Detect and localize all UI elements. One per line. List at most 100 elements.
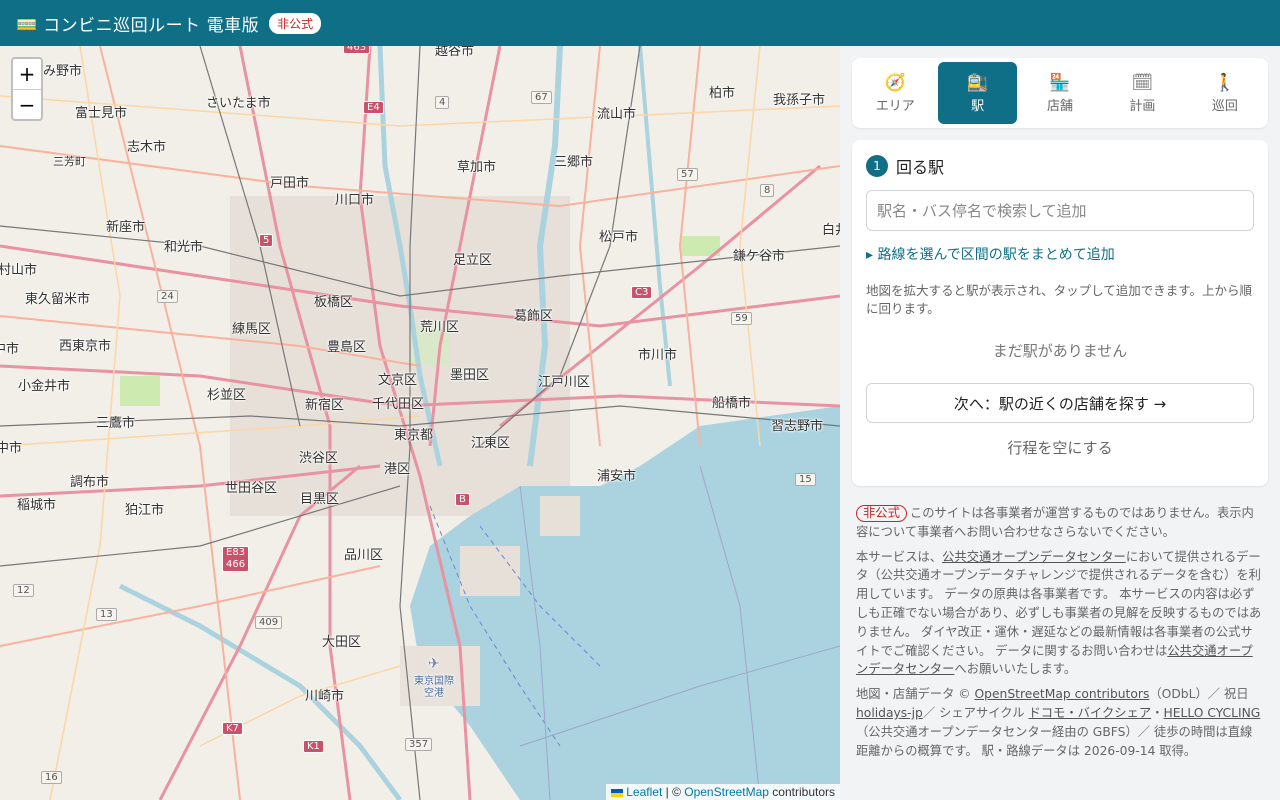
place-label: 草加市 xyxy=(457,160,497,175)
place-label: 船橋市 xyxy=(712,396,752,411)
place-label: 越谷市 xyxy=(435,46,475,59)
odpt-notice: 本サービスは、公共交通オープンデータセンターにおいて提供されるデータ（公共交通オ… xyxy=(856,548,1264,680)
place-label: 戸田市 xyxy=(270,176,310,191)
stations-hint: 地図を拡大すると駅が表示され、タップして追加できます。上から順に回ります。 xyxy=(866,283,1253,316)
zoom-out-button[interactable]: − xyxy=(13,89,41,119)
tab-tour[interactable]: 🚶 巡回 xyxy=(1186,62,1264,124)
step-number: 1 xyxy=(866,155,888,177)
tab-label: 店舗 xyxy=(1047,98,1074,114)
tab-label: 計画 xyxy=(1129,98,1156,114)
route-shield: 15 xyxy=(795,473,816,486)
place-label: 品川区 xyxy=(344,548,384,563)
attribution-separator: | © xyxy=(662,785,685,799)
place-label: 我孫子市 xyxy=(773,93,826,108)
place-label: 稲城市 xyxy=(17,498,57,513)
place-label: 西東京市 xyxy=(59,339,112,354)
place-label: 目黒区 xyxy=(300,492,340,507)
zoom-control: + − xyxy=(11,57,43,121)
route-shield: 463 xyxy=(343,46,371,54)
place-label: 足立区 xyxy=(453,253,493,268)
route-shield: E4 xyxy=(363,101,384,114)
leaflet-link[interactable]: Leaflet xyxy=(626,785,662,799)
place-label: 板橋区 xyxy=(314,295,354,310)
place-label: 千代田区 xyxy=(372,397,425,412)
place-label: 練馬区 xyxy=(232,322,272,337)
place-label: 川崎市 xyxy=(305,689,345,704)
clear-itinerary-button[interactable]: 行程を空にする xyxy=(866,433,1254,461)
disclaimer-text: このサイトは各事業者が運営するものではありません。表示内容について事業者へお問い… xyxy=(856,506,1254,539)
place-label: 和光市 xyxy=(164,240,204,255)
place-label: 文京区 xyxy=(378,373,418,388)
place-label: 港区 xyxy=(384,462,411,477)
hello-cycling-link[interactable]: HELLO CYCLING xyxy=(1163,706,1260,720)
route-shield: C3 xyxy=(631,286,653,299)
attribution-contributors: contributors xyxy=(768,785,835,799)
odpt-text: へお願いいたします。 xyxy=(954,662,1077,677)
route-shield: 5 xyxy=(259,234,274,247)
place-label: 三鷹市 xyxy=(96,416,136,431)
route-shield: 57 xyxy=(677,168,698,181)
map-attribution: Leaflet | © OpenStreetMap contributors xyxy=(606,784,840,800)
route-shield: E83 466 xyxy=(222,546,250,572)
place-label: 浦安市 xyxy=(597,469,637,484)
place-label: 新座市 xyxy=(106,220,146,235)
place-label: 松戸市 xyxy=(599,230,639,245)
airport-label: 東京国際空港 xyxy=(414,676,454,699)
place-label: 東京都 xyxy=(394,428,434,443)
route-shield: K7 xyxy=(222,722,243,735)
route-shield: 357 xyxy=(405,738,433,751)
unofficial-badge: 非公式 xyxy=(856,505,907,522)
notes: 非公式 このサイトは各事業者が運営するものではありません。表示内容について事業者へ… xyxy=(852,504,1268,760)
tab-station[interactable]: 🚉 駅 xyxy=(938,62,1017,124)
place-label: 荒川区 xyxy=(420,320,460,335)
credit-text: 地図・店舗データ © xyxy=(856,687,975,702)
app-header: 🚃 コンビニ巡回ルート 電車版 非公式 xyxy=(0,0,1280,46)
credit-text: ／ シェアサイクル xyxy=(922,705,1029,720)
place-label: 川口市 xyxy=(335,193,375,208)
route-shield: 67 xyxy=(531,91,552,104)
compass-icon: 🧭 xyxy=(884,72,906,93)
station-icon: 🚉 xyxy=(967,72,989,93)
docomo-bikeshare-link[interactable]: ドコモ・バイクシェア xyxy=(1028,706,1151,720)
airport-icon: ✈ xyxy=(428,656,440,672)
next-find-stores-button[interactable]: 次へ：駅の近くの店舗を探す → xyxy=(866,383,1254,423)
place-label: 志木市 xyxy=(127,140,167,155)
place-label: 白井 xyxy=(822,223,840,238)
osm-contributors-link[interactable]: OpenStreetMap contributors xyxy=(975,687,1150,701)
walking-icon: 🚶 xyxy=(1214,72,1236,93)
unofficial-badge: 非公式 xyxy=(269,12,322,34)
place-label: 鎌ケ谷市 xyxy=(733,249,786,264)
station-search-input[interactable] xyxy=(866,190,1254,231)
store-icon: 🏪 xyxy=(1049,72,1071,93)
route-shield: K1 xyxy=(303,740,324,753)
add-by-route-link[interactable]: ▸ 路線を選んで区間の駅をまとめて追加 xyxy=(866,244,1254,264)
place-label: 江戸川区 xyxy=(538,375,591,390)
place-label: 流山市 xyxy=(597,107,637,122)
step-tabs: 🧭 エリア 🚉 駅 🏪 店舗 🗓 計画 🚶 巡回 xyxy=(852,58,1268,128)
zoom-in-button[interactable]: + xyxy=(13,59,41,89)
tab-store[interactable]: 🏪 店舗 xyxy=(1021,62,1099,124)
stations-header: 1 回る駅 xyxy=(866,154,1254,178)
tab-area[interactable]: 🧭 エリア xyxy=(856,62,934,124)
route-shield: 409 xyxy=(255,616,283,629)
osm-link[interactable]: OpenStreetMap xyxy=(684,785,769,799)
stations-card: 1 回る駅 ▸ 路線を選んで区間の駅をまとめて追加 地図を拡大すると駅が表示され… xyxy=(852,140,1268,486)
route-shield: B xyxy=(455,493,470,506)
place-label: 村山市 xyxy=(0,263,38,278)
place-label: 豊島区 xyxy=(327,340,367,355)
credit-text: （公共交通オープンデータセンター経由の GBFS）／ 徒歩の時間は直線距離からの… xyxy=(856,724,1253,758)
odpt-link[interactable]: 公共交通オープンデータセンター xyxy=(942,550,1126,564)
holidays-link[interactable]: holidays-jp xyxy=(856,706,923,720)
place-label: 渋谷区 xyxy=(299,451,339,466)
place-label: 富士見市 xyxy=(75,106,128,121)
place-label: 葛飾区 xyxy=(514,309,554,324)
stations-heading: 回る駅 xyxy=(896,158,945,177)
route-shield: 4 xyxy=(435,96,450,109)
place-label: 大田区 xyxy=(322,635,362,650)
tab-label: 駅 xyxy=(971,98,985,114)
tab-plan[interactable]: 🗓 計画 xyxy=(1103,62,1181,124)
place-label: 市川市 xyxy=(638,348,678,363)
side-panel: 🧭 エリア 🚉 駅 🏪 店舗 🗓 計画 🚶 巡回 1 回る駅 ▸ 路線を選んで区… xyxy=(840,46,1280,800)
map[interactable]: 越谷市 じみ野市 さいたま市 富士見市 志木市 三芳町 新座市 和光市 戸田市 … xyxy=(0,46,840,800)
place-label: さいたま市 xyxy=(206,96,271,111)
